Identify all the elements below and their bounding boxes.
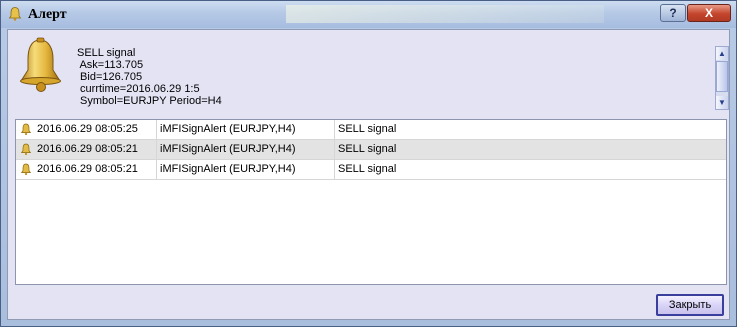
window-title: Алерт (28, 7, 67, 22)
message-line: currtime=2016.06.29 1:5 (77, 83, 200, 95)
table-row[interactable]: 2016.06.29 08:05:21 iMFISignAlert (EURJP… (16, 160, 726, 180)
alert-message: SELL signal (338, 143, 397, 155)
scroll-up-icon[interactable]: ▲ (716, 47, 728, 60)
close-button[interactable]: Закрыть (656, 294, 724, 316)
close-window-button[interactable]: X (687, 4, 731, 22)
table-row[interactable]: 2016.06.29 08:05:21 iMFISignAlert (EURJP… (16, 140, 726, 160)
client-area: SELL signal Ask=113.705 Bid=126.705 curr… (7, 29, 730, 320)
bell-icon (20, 123, 32, 136)
alert-message: SELL signal (338, 163, 397, 175)
scroll-thumb[interactable] (716, 61, 728, 92)
title-bar[interactable]: Алерт ? X (1, 1, 736, 28)
message-line: SELL signal (77, 47, 136, 59)
alert-source: iMFISignAlert (EURJPY,H4) (160, 163, 296, 175)
alert-window: Алерт ? X SELL signal Ask=113.705 Bid=12… (0, 0, 737, 327)
bell-icon (20, 163, 32, 176)
bell-icon (20, 143, 32, 156)
scroll-down-icon[interactable]: ▼ (716, 96, 728, 109)
alert-time: 2016.06.29 08:05:25 (37, 123, 138, 135)
bell-icon (20, 37, 61, 92)
message-line: Bid=126.705 (77, 71, 143, 83)
help-button[interactable]: ? (660, 4, 686, 22)
background-window-title (286, 5, 604, 23)
alert-source: iMFISignAlert (EURJPY,H4) (160, 143, 296, 155)
alert-message: SELL signal (338, 123, 397, 135)
alert-time: 2016.06.29 08:05:21 (37, 163, 138, 175)
message-scrollbar[interactable]: ▲ ▼ (715, 46, 729, 110)
message-line: Ask=113.705 (77, 59, 144, 71)
message-panel: SELL signal Ask=113.705 Bid=126.705 curr… (10, 32, 729, 110)
alert-time: 2016.06.29 08:05:21 (37, 143, 138, 155)
alert-list[interactable]: 2016.06.29 08:05:25 iMFISignAlert (EURJP… (15, 119, 727, 285)
bell-icon (8, 7, 22, 21)
alert-source: iMFISignAlert (EURJPY,H4) (160, 123, 296, 135)
message-line: Symbol=EURJPY Period=H4 (77, 95, 222, 107)
alert-message-text: SELL signal Ask=113.705 Bid=126.705 curr… (77, 47, 222, 107)
table-row[interactable]: 2016.06.29 08:05:25 iMFISignAlert (EURJP… (16, 120, 726, 140)
